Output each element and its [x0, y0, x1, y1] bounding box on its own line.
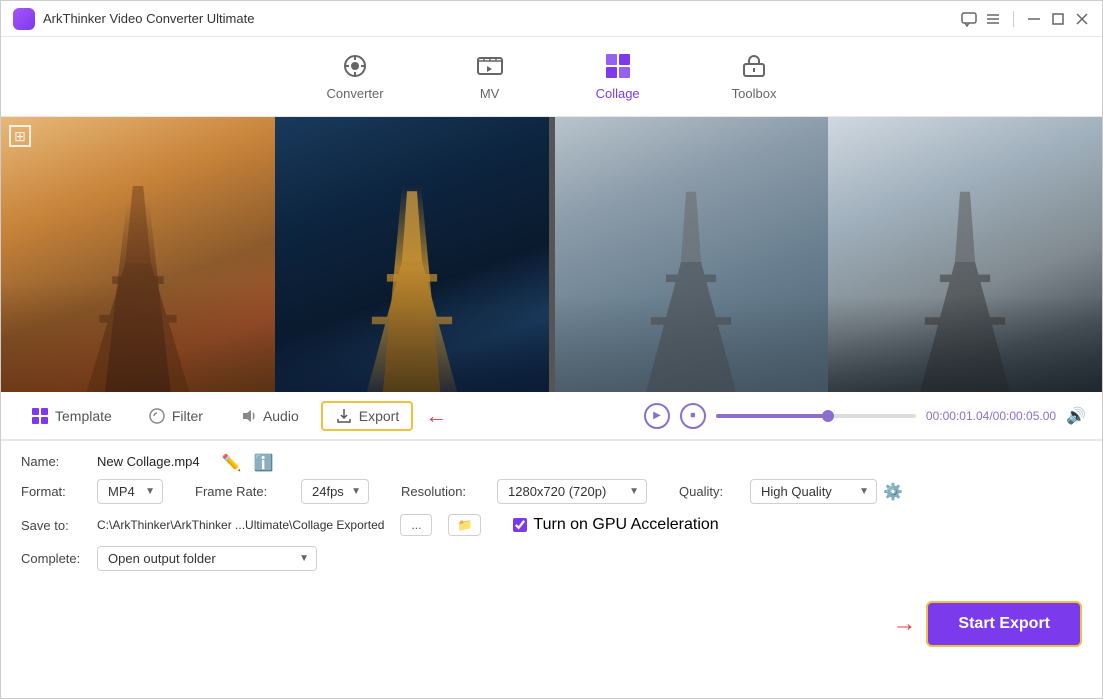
resolution-label: Resolution:	[401, 484, 481, 499]
resolution-select-wrapper: 1280x720 (720p) 1920x1080 (1080p) 3840x2…	[497, 479, 647, 504]
quality-wrapper: High Quality Medium Quality Low Quality …	[750, 479, 903, 504]
saveto-row: Save to: C:\ArkThinker\ArkThinker ...Ult…	[21, 514, 1082, 536]
gpu-acceleration-label: Turn on GPU Acceleration	[513, 516, 718, 534]
time-display: 00:00:01.04/00:00:05.00	[926, 409, 1056, 423]
tab-template[interactable]: Template	[17, 401, 126, 431]
nav-converter-label: Converter	[327, 86, 384, 101]
quality-gear-icon[interactable]: ⚙️	[883, 482, 903, 502]
message-button[interactable]	[961, 11, 977, 27]
tab-filter[interactable]: Filter	[134, 401, 217, 431]
nav-collage-label: Collage	[596, 86, 640, 101]
window-controls	[961, 11, 1090, 27]
tab-bar: Template Filter Audio Export ←	[1, 392, 1102, 440]
maximize-button[interactable]	[1050, 11, 1066, 27]
name-edit-icon[interactable]: ✏️	[222, 453, 238, 469]
complete-row: Complete: Open output folder Do nothing …	[21, 546, 1082, 571]
tab-audio[interactable]: Audio	[225, 401, 313, 431]
format-label: Format:	[21, 484, 81, 499]
quality-label: Quality:	[679, 484, 734, 499]
progress-track[interactable]	[716, 414, 916, 418]
name-info-icon[interactable]: ℹ️	[254, 453, 270, 469]
tab-export-label: Export	[359, 408, 399, 424]
export-area: → Start Export	[1, 593, 1102, 657]
start-export-button[interactable]: Start Export	[926, 601, 1082, 647]
nav-converter[interactable]: Converter	[311, 44, 400, 109]
gpu-acceleration-checkbox[interactable]	[513, 518, 527, 532]
complete-label: Complete:	[21, 551, 81, 566]
nav-toolbox[interactable]: Toolbox	[716, 44, 793, 109]
app-window: ArkThinker Video Converter Ultimate	[0, 0, 1103, 699]
photo-panel-2[interactable]	[275, 117, 549, 392]
photo-panel-3[interactable]	[555, 117, 829, 392]
nav-collage[interactable]: Collage	[580, 44, 656, 109]
progress-thumb	[822, 410, 834, 422]
play-button[interactable]: ▶	[644, 403, 670, 429]
framerate-label: Frame Rate:	[195, 484, 285, 499]
export-arrow-indicator: ←	[425, 403, 447, 429]
nav-mv-label: MV	[480, 86, 500, 101]
start-export-arrow: →	[892, 610, 916, 638]
framerate-select[interactable]: 24fps 30fps 60fps	[301, 479, 369, 504]
photo-panel-1[interactable]: ⊞	[1, 117, 275, 392]
resolution-select[interactable]: 1280x720 (720p) 1920x1080 (1080p) 3840x2…	[497, 479, 647, 504]
tab-template-label: Template	[55, 408, 112, 424]
preview-area: ⊞	[1, 117, 1102, 392]
titlebar-separator	[1013, 11, 1014, 27]
tab-filter-label: Filter	[172, 408, 203, 424]
close-button[interactable]	[1074, 11, 1090, 27]
browse-button[interactable]: ...	[400, 514, 432, 536]
settings-button[interactable]	[985, 11, 1001, 27]
playback-controls: ▶ ⏹ 00:00:01.04/00:00:05.00 🔊	[644, 403, 1086, 429]
settings-panel: Name: New Collage.mp4 ✏️ ℹ️ Format: MP4 …	[1, 441, 1102, 593]
nav-mv[interactable]: MV	[460, 44, 520, 109]
stop-button[interactable]: ⏹	[680, 403, 706, 429]
nav-toolbox-label: Toolbox	[732, 86, 777, 101]
tab-export[interactable]: Export	[321, 401, 413, 431]
gpu-acceleration-text: Turn on GPU Acceleration	[533, 516, 718, 534]
framerate-select-wrapper: 24fps 30fps 60fps ▼	[301, 479, 369, 504]
saveto-path: C:\ArkThinker\ArkThinker ...Ultimate\Col…	[97, 518, 384, 532]
progress-fill	[716, 414, 826, 418]
quality-select[interactable]: High Quality Medium Quality Low Quality	[750, 479, 877, 504]
volume-icon[interactable]: 🔊	[1066, 406, 1086, 426]
time-current: 00:00:01.04	[926, 409, 989, 423]
format-select-wrapper: MP4 MOV AVI ▼	[97, 479, 163, 504]
preview-left: ⊞	[1, 117, 549, 392]
time-total: 00:00:05.00	[993, 409, 1056, 423]
photo-panel-4[interactable]	[828, 117, 1102, 392]
format-row: Format: MP4 MOV AVI ▼ Frame Rate: 24fps …	[21, 479, 1082, 504]
complete-select-wrapper: Open output folder Do nothing Shut down …	[97, 546, 317, 571]
app-title: ArkThinker Video Converter Ultimate	[43, 11, 961, 26]
name-value: New Collage.mp4	[97, 454, 200, 469]
add-photo-1-icon[interactable]: ⊞	[9, 125, 31, 147]
format-select[interactable]: MP4 MOV AVI	[97, 479, 163, 504]
complete-select[interactable]: Open output folder Do nothing Shut down …	[97, 546, 317, 571]
folder-button[interactable]: 📁	[448, 514, 481, 536]
minimize-button[interactable]	[1026, 11, 1042, 27]
tab-audio-label: Audio	[263, 408, 299, 424]
name-label: Name:	[21, 454, 81, 469]
preview-right	[555, 117, 1103, 392]
app-icon	[13, 8, 35, 30]
quality-select-wrapper: High Quality Medium Quality Low Quality …	[750, 479, 877, 504]
navbar: Converter MV Collage	[1, 37, 1102, 117]
name-row: Name: New Collage.mp4 ✏️ ℹ️	[21, 453, 1082, 469]
saveto-label: Save to:	[21, 518, 81, 533]
titlebar: ArkThinker Video Converter Ultimate	[1, 1, 1102, 37]
